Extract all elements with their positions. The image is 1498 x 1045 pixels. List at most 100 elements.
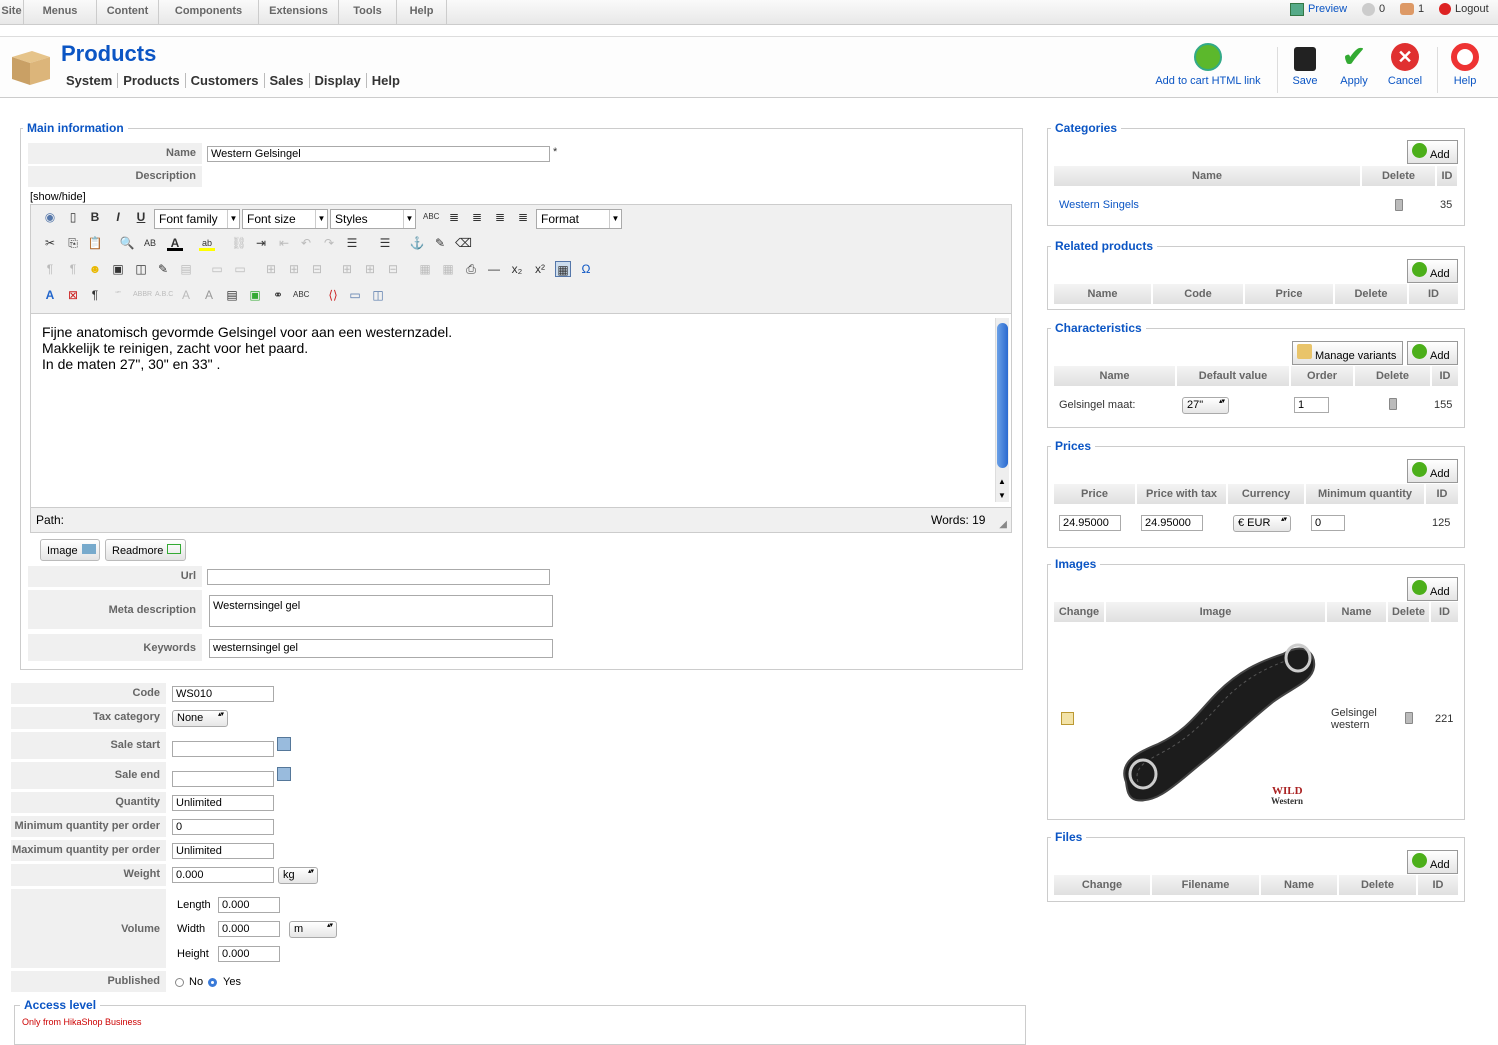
weight-input[interactable]: 0.000: [172, 867, 274, 883]
length-input[interactable]: 0.000: [218, 897, 280, 913]
quantity-input[interactable]: Unlimited: [172, 795, 274, 811]
width-input[interactable]: 0.000: [218, 921, 280, 937]
new-document-icon[interactable]: ▯: [65, 209, 81, 225]
published-yes-radio[interactable]: [208, 978, 217, 987]
abbr-icon[interactable]: ABBR: [133, 287, 152, 303]
cancel-button[interactable]: ✕ Cancel: [1384, 43, 1426, 87]
help-icon[interactable]: ◉: [42, 209, 58, 225]
show-hide-toggle[interactable]: [show/hide]: [30, 191, 86, 203]
menu-menus[interactable]: Menus: [24, 0, 97, 25]
eraser-icon[interactable]: ⌫: [455, 235, 472, 251]
submenu-customers[interactable]: Customers: [185, 73, 265, 88]
menu-help[interactable]: Help: [397, 0, 447, 25]
insert-col-before-icon[interactable]: ⊞: [339, 261, 355, 277]
menu-content[interactable]: Content: [97, 0, 159, 25]
acronym-icon[interactable]: A.B.C: [155, 287, 173, 303]
split-cell-icon[interactable]: ▦: [417, 261, 433, 277]
volume-unit-select[interactable]: m: [289, 921, 337, 938]
insert-row-before-icon[interactable]: ⊞: [263, 261, 279, 277]
font-size-select[interactable]: Font size ▼: [242, 209, 328, 229]
justify-icon[interactable]: ≣: [515, 209, 531, 225]
trash-icon[interactable]: [1389, 398, 1397, 410]
trash-icon[interactable]: [1395, 199, 1403, 211]
unlink-icon[interactable]: ⛓: [231, 235, 247, 251]
spellcheck-icon[interactable]: ABC: [293, 287, 309, 303]
menu-components[interactable]: Components: [159, 0, 259, 25]
indent-icon[interactable]: ⇥: [253, 235, 269, 251]
add-image-button[interactable]: Add: [1407, 577, 1458, 601]
weight-unit-select[interactable]: kg: [278, 867, 318, 884]
text-color-icon[interactable]: A: [167, 235, 183, 251]
add-category-button[interactable]: Add: [1407, 140, 1458, 164]
insert-text-icon[interactable]: A: [201, 287, 217, 303]
scroll-down-icon[interactable]: ▼: [998, 488, 1006, 504]
add-file-button[interactable]: Add: [1407, 850, 1458, 874]
published-no-radio[interactable]: [175, 978, 184, 987]
edit-icon[interactable]: ✎: [155, 261, 171, 277]
editor-content-area[interactable]: Fijne anatomisch gevormde Gelsingel voor…: [31, 313, 1011, 508]
meta-description-textarea[interactable]: Westernsingel gel: [209, 595, 553, 627]
name-input[interactable]: Western Gelsingel: [207, 146, 550, 162]
submenu-help[interactable]: Help: [367, 73, 405, 88]
emoticon-icon[interactable]: ☻: [87, 261, 103, 277]
find-icon[interactable]: 🔍: [119, 235, 135, 251]
menu-extensions[interactable]: Extensions: [259, 0, 339, 25]
attributes-icon[interactable]: ▤: [224, 287, 240, 303]
menu-tools[interactable]: Tools: [339, 0, 397, 25]
editor-scrollbar[interactable]: ▲ ▼: [995, 318, 1009, 502]
calendar-icon[interactable]: [277, 767, 291, 781]
merge-cell-icon[interactable]: ▦: [440, 261, 456, 277]
horizontal-rule-icon[interactable]: —: [486, 261, 502, 277]
format-select[interactable]: Format ▼: [536, 209, 622, 229]
preview-link[interactable]: Preview: [1308, 3, 1347, 15]
outdent-icon[interactable]: ⇤: [276, 235, 292, 251]
minimum-quantity-input[interactable]: 0: [1311, 515, 1345, 531]
bullet-list-icon[interactable]: ☰: [377, 235, 393, 251]
url-input[interactable]: [207, 569, 550, 585]
strikethrough-icon[interactable]: ABC: [423, 209, 439, 225]
superscript-icon[interactable]: x²: [532, 261, 548, 277]
redo-icon[interactable]: ↷: [321, 235, 337, 251]
apply-button[interactable]: ✔ Apply: [1334, 43, 1374, 88]
submenu-display[interactable]: Display: [309, 73, 367, 88]
min-quantity-input[interactable]: 0: [172, 819, 274, 835]
resize-handle-icon[interactable]: ◢: [999, 519, 1007, 530]
menu-site[interactable]: Site: [0, 0, 24, 25]
non-breaking-icon[interactable]: ⊠: [65, 287, 81, 303]
styles-select[interactable]: Styles ▼: [330, 209, 416, 229]
preview-icon[interactable]: ◫: [133, 261, 149, 277]
default-value-select[interactable]: 27": [1182, 397, 1229, 414]
sale-end-input[interactable]: [172, 771, 274, 787]
image-icon[interactable]: ▣: [247, 287, 263, 303]
submenu-system[interactable]: System: [66, 73, 119, 88]
delete-text-icon[interactable]: A: [178, 287, 194, 303]
numbered-list-icon[interactable]: ☰: [344, 235, 360, 251]
delete-col-icon[interactable]: ⊟: [385, 261, 401, 277]
undo-icon[interactable]: ↶: [298, 235, 314, 251]
font-family-select[interactable]: Font family ▼: [154, 209, 240, 229]
style-props-icon[interactable]: A: [42, 287, 58, 303]
price-input[interactable]: 24.95000: [1059, 515, 1121, 531]
add-to-cart-link-button[interactable]: Add to cart HTML link: [1152, 43, 1264, 87]
calendar-icon[interactable]: [277, 737, 291, 751]
add-characteristic-button[interactable]: Add: [1407, 341, 1458, 365]
underline-icon[interactable]: U: [133, 209, 149, 225]
insert-col-after-icon[interactable]: ⊞: [362, 261, 378, 277]
cut-icon[interactable]: ✂: [42, 235, 58, 251]
align-left-icon[interactable]: ≣: [446, 209, 462, 225]
add-price-button[interactable]: Add: [1407, 459, 1458, 483]
sale-start-input[interactable]: [172, 741, 274, 757]
subscript-icon[interactable]: x₂: [509, 261, 525, 277]
code-input[interactable]: WS010: [172, 686, 274, 702]
submenu-products[interactable]: Products: [118, 73, 186, 88]
replace-icon[interactable]: AB: [142, 235, 158, 251]
italic-icon[interactable]: I: [110, 209, 126, 225]
show-blocks-icon[interactable]: ¶: [87, 287, 103, 303]
tax-category-select[interactable]: None: [172, 710, 228, 727]
copy-icon[interactable]: ⎘: [65, 235, 81, 251]
keywords-textarea[interactable]: westernsingel gel: [209, 639, 553, 658]
media-icon[interactable]: ▣: [110, 261, 126, 277]
logout-link[interactable]: Logout: [1455, 3, 1489, 15]
bold-icon[interactable]: B: [87, 209, 103, 225]
edit-image-icon[interactable]: [1061, 712, 1074, 725]
